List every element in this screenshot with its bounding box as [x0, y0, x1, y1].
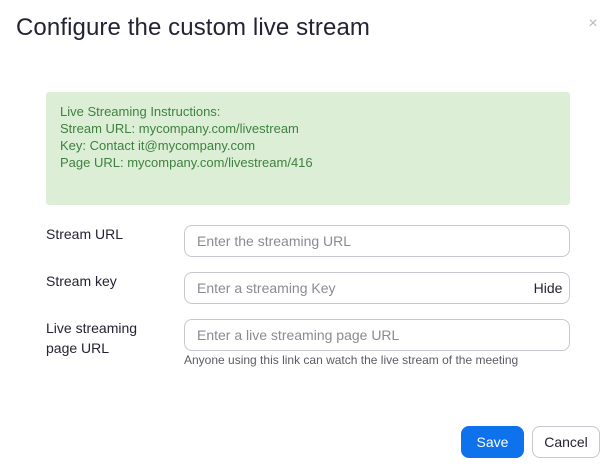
save-button[interactable]: Save — [461, 426, 524, 458]
page-url-label-line1: Live streaming — [46, 320, 138, 336]
live-stream-dialog: Configure the custom live stream × Live … — [0, 0, 615, 471]
stream-key-label: Stream key — [46, 273, 117, 289]
instructions-panel: Live Streaming Instructions: Stream URL:… — [46, 92, 570, 205]
close-icon[interactable]: × — [586, 16, 600, 32]
instructions-page-url: Page URL: mycompany.com/livestream/416 — [60, 155, 313, 170]
page-url-label-line2: page URL — [46, 340, 110, 356]
instructions-stream-url: Stream URL: mycompany.com/livestream — [60, 121, 299, 136]
page-url-input[interactable] — [184, 319, 570, 351]
cancel-button[interactable]: Cancel — [532, 426, 600, 458]
hide-key-toggle[interactable]: Hide — [526, 272, 570, 304]
page-url-label: Live streaming page URL — [46, 318, 137, 358]
dialog-title: Configure the custom live stream — [16, 14, 371, 41]
instructions-key: Key: Contact it@mycompany.com — [60, 138, 256, 153]
stream-url-label: Stream URL — [46, 226, 124, 242]
stream-url-input[interactable] — [184, 225, 570, 257]
instructions-heading: Live Streaming Instructions: — [60, 104, 221, 119]
stream-key-input[interactable] — [184, 272, 570, 304]
page-url-hint: Anyone using this link can watch the liv… — [184, 353, 519, 367]
